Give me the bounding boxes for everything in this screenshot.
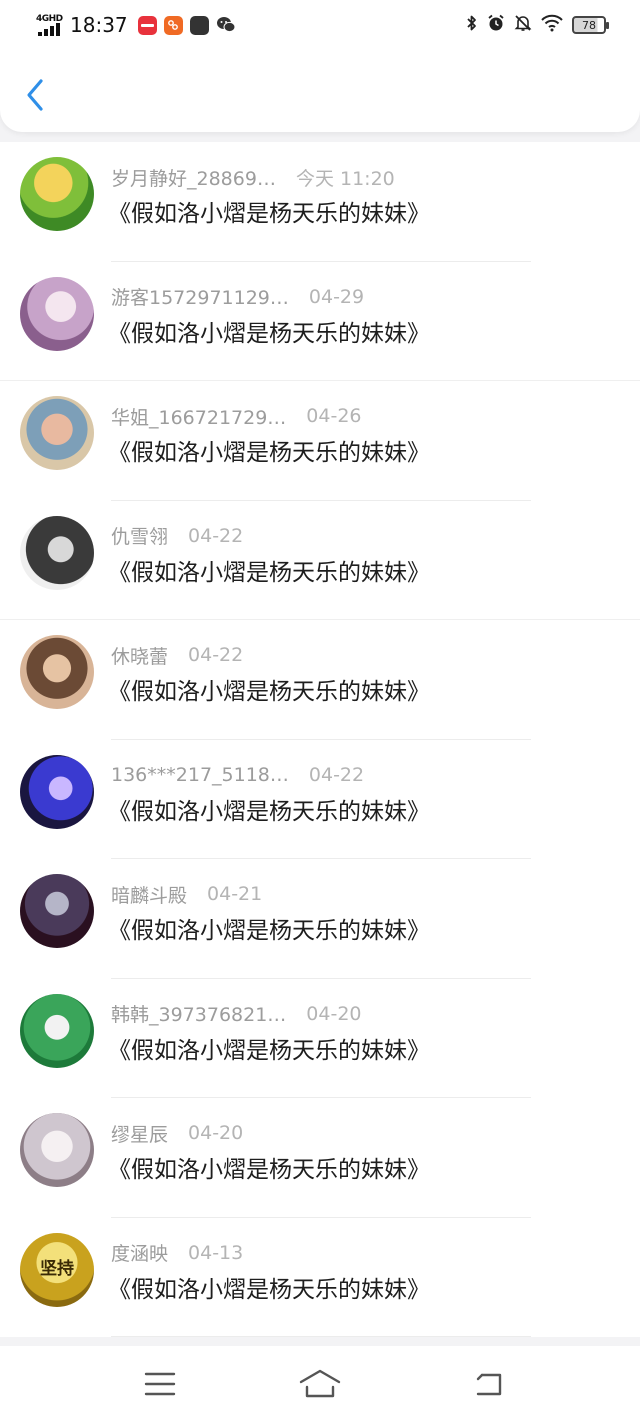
book-title[interactable]: 《假如洛小熠是杨天乐的妹妹》 [108,911,430,945]
timestamp: 04-13 [188,1241,244,1264]
user-name[interactable]: 岁月静好_28869… [111,164,276,191]
book-title[interactable]: 《假如洛小熠是杨天乐的妹妹》 [108,553,430,587]
status-time: 18:37 [70,13,128,37]
list-item[interactable]: 华姐_166721729… 04-26 《假如洛小熠是杨天乐的妹妹》 [0,381,640,501]
user-name[interactable]: 度涵映 [111,1239,168,1266]
user-name[interactable]: 华姐_166721729… [111,403,286,430]
book-title[interactable]: 《假如洛小熠是杨天乐的妹妹》 [108,1270,430,1304]
book-title[interactable]: 《假如洛小熠是杨天乐的妹妹》 [108,672,430,706]
wechat-icon [216,16,236,34]
menu-icon [144,1371,176,1401]
book-title[interactable]: 《假如洛小熠是杨天乐的妹妹》 [108,314,430,348]
back-icon [472,1370,504,1402]
avatar[interactable] [20,1113,94,1187]
user-name[interactable]: 游客1572971129… [111,283,289,310]
wifi-icon [541,14,563,36]
avatar[interactable] [20,515,94,590]
user-name[interactable]: 暗麟斗殿 [111,881,187,908]
taobao-icon [163,15,183,35]
list-item[interactable]: 暗麟斗殿 04-21 《假如洛小熠是杨天乐的妹妹》 [0,859,640,979]
list-item[interactable]: 韩韩_397376821… 04-20 《假如洛小熠是杨天乐的妹妹》 [0,978,640,1098]
user-name[interactable]: 136***217_5118… [111,764,289,786]
timestamp: 04-22 [188,644,244,666]
timestamp: 今天 11:20 [295,167,395,190]
battery-icon: 78 [572,16,609,34]
avatar[interactable] [20,396,94,470]
user-name[interactable]: 韩韩_397376821… [111,1000,286,1027]
xiaohongshu-icon [137,15,157,35]
mute-icon [514,14,532,36]
timestamp: 04-29 [308,285,365,308]
header-card: 4GHD 18:37 78 [0,0,640,132]
alarm-icon [487,14,505,36]
bluetooth-icon [466,14,478,36]
list-item[interactable]: 仇雪翎 04-22 《假如洛小熠是杨天乐的妹妹》 [0,500,640,620]
timestamp: 04-22 [308,763,365,786]
app-icon [189,15,209,35]
timestamp: 04-22 [188,524,244,547]
user-name[interactable]: 仇雪翎 [111,522,168,549]
book-title[interactable]: 《假如洛小熠是杨天乐的妹妹》 [108,433,430,467]
avatar[interactable] [20,635,94,709]
divider [111,1336,531,1337]
timestamp: 04-26 [306,405,362,427]
status-bar: 4GHD 18:37 78 [0,0,640,50]
back-nav-button[interactable] [466,1368,510,1404]
chevron-left-icon [25,78,45,116]
system-nav-bar [0,1346,640,1422]
battery-level: 78 [582,18,596,32]
list-item[interactable]: 休晓蕾 04-22 《假如洛小熠是杨天乐的妹妹》 [0,620,640,740]
avatar-text: 坚持 [40,1259,74,1279]
avatar[interactable] [20,874,94,948]
list-item[interactable]: 岁月静好_28869… 今天 11:20 《假如洛小熠是杨天乐的妹妹》 [0,142,640,262]
book-title[interactable]: 《假如洛小熠是杨天乐的妹妹》 [108,1031,430,1065]
book-title[interactable]: 《假如洛小熠是杨天乐的妹妹》 [108,792,430,826]
avatar[interactable] [20,157,94,231]
avatar[interactable] [20,993,94,1068]
timestamp: 04-20 [306,1002,362,1025]
home-button[interactable] [298,1368,342,1404]
user-name[interactable]: 休晓蕾 [111,642,168,669]
book-title[interactable]: 《假如洛小熠是杨天乐的妹妹》 [108,194,430,228]
signal-icon: 4GHD [36,12,66,38]
timestamp: 04-21 [207,883,263,905]
list-item[interactable]: 缪星辰 04-20 《假如洛小熠是杨天乐的妹妹》 [0,1098,640,1218]
avatar[interactable]: 坚持 [20,1232,94,1307]
book-title[interactable]: 《假如洛小熠是杨天乐的妹妹》 [108,1150,430,1184]
timestamp: 04-20 [188,1122,244,1144]
reader-list: 岁月静好_28869… 今天 11:20 《假如洛小熠是杨天乐的妹妹》 游客157… [0,142,640,1337]
user-name[interactable]: 缪星辰 [111,1120,168,1147]
home-icon [298,1369,342,1403]
avatar[interactable] [20,276,94,351]
list-item[interactable]: 坚持 度涵映 04-13 《假如洛小熠是杨天乐的妹妹》 [0,1217,640,1337]
back-button[interactable] [20,76,50,118]
menu-button[interactable] [138,1368,182,1404]
list-item[interactable]: 游客1572971129… 04-29 《假如洛小熠是杨天乐的妹妹》 [0,261,640,381]
list-item[interactable]: 136***217_5118… 04-22 《假如洛小熠是杨天乐的妹妹》 [0,739,640,859]
avatar[interactable] [20,754,94,829]
